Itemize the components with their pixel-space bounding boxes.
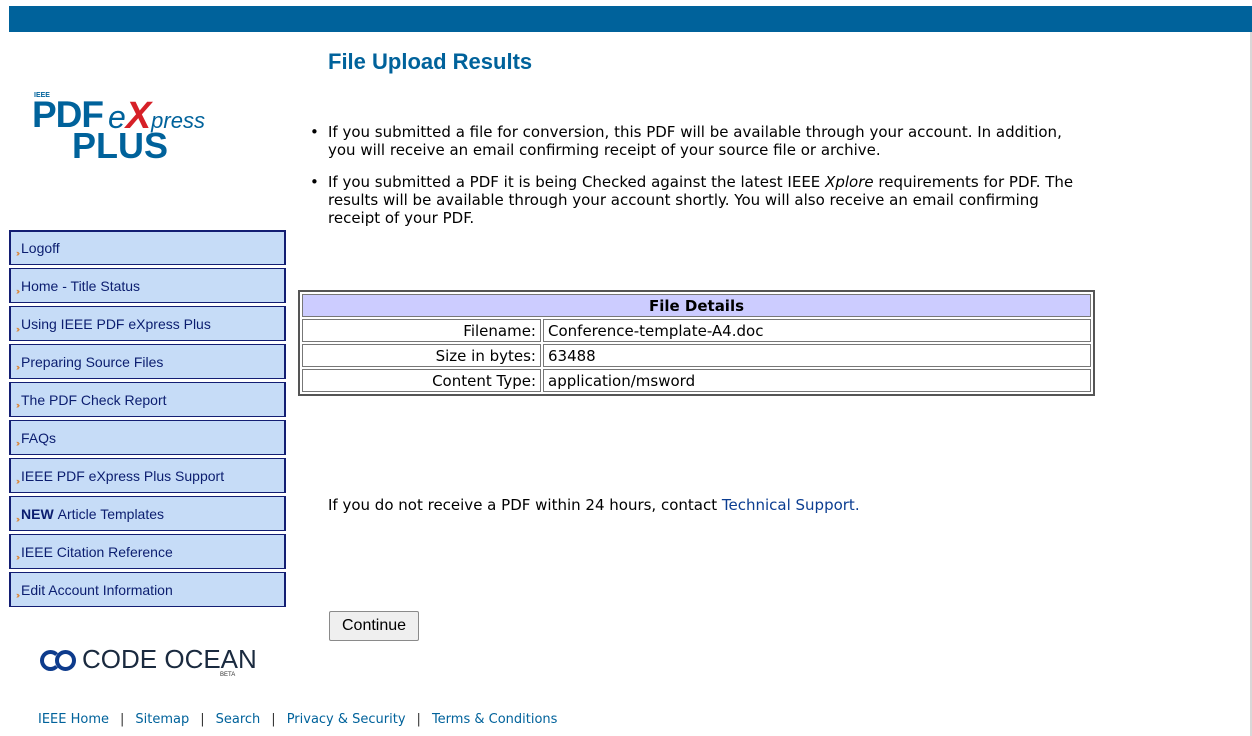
- sidebar-nav: ›› Logoff ›› Home - Title Status ›› Using I…: [9, 230, 286, 610]
- bullet-text: If you submitted a file for conversion, …: [328, 123, 1062, 159]
- footer-separator: |: [200, 712, 205, 727]
- row-label: Filename:: [302, 319, 541, 342]
- bullet-icon: •: [310, 123, 319, 141]
- footer-separator: |: [271, 712, 276, 727]
- footer-link-terms[interactable]: Terms & Conditions: [432, 712, 558, 727]
- sidebar-item-logoff[interactable]: ›› Logoff: [9, 230, 286, 265]
- table-header-row: File Details: [302, 294, 1091, 317]
- sidebar-item-label: IEEE PDF eXpress Plus Support: [21, 467, 225, 484]
- row-label: Content Type:: [302, 369, 541, 392]
- sidebar-item-using-pdf-express[interactable]: ›› Using IEEE PDF eXpress Plus: [9, 306, 286, 341]
- nav-arrow-icon: ››: [16, 399, 20, 410]
- sidebar-item-label: Using IEEE PDF eXpress Plus: [21, 315, 211, 332]
- bullet-icon: •: [310, 173, 319, 191]
- sidebar-item-label: The PDF Check Report: [21, 391, 167, 408]
- notice-text: If you do not receive a PDF within 24 ho…: [328, 496, 722, 514]
- row-value: 63488: [543, 344, 1091, 367]
- code-ocean-text: CODE OCEAN: [82, 644, 257, 674]
- code-ocean-logo[interactable]: CODE OCEAN BETA: [40, 644, 257, 678]
- sidebar-item-article-templates[interactable]: ›› NEW Article Templates: [9, 496, 286, 531]
- nav-arrow-icon: ››: [16, 361, 20, 372]
- nav-arrow-icon: ››: [16, 589, 20, 600]
- table-row: Content Type: application/msword: [302, 369, 1091, 392]
- table-header: File Details: [302, 294, 1091, 317]
- nav-arrow-icon: ››: [16, 285, 20, 296]
- row-value: application/msword: [543, 369, 1091, 392]
- footer-separator: |: [416, 712, 421, 727]
- list-item: • If you submitted a PDF it is being Chec…: [310, 173, 1090, 227]
- info-bullets: • If you submitted a file for conversion,…: [310, 123, 1090, 241]
- support-notice: If you do not receive a PDF within 24 ho…: [328, 496, 860, 514]
- code-ocean-beta: BETA: [220, 672, 236, 678]
- sidebar-item-label: Logoff: [21, 240, 60, 256]
- bullet-italic-text: Xplore: [825, 173, 874, 191]
- footer-links: IEEE Home | Sitemap | Search | Privacy & Secur…: [38, 712, 557, 727]
- nav-arrow-icon: ››: [16, 513, 20, 524]
- continue-button[interactable]: Continue: [329, 611, 420, 641]
- footer-link-ieee-home[interactable]: IEEE Home: [38, 712, 109, 727]
- sidebar-item-label: Edit Account Information: [21, 581, 173, 598]
- nav-arrow-icon: ››: [16, 437, 20, 448]
- code-ocean-icon: [40, 649, 76, 671]
- footer-link-privacy[interactable]: Privacy & Security: [287, 712, 406, 727]
- window-left-edge: [0, 6, 9, 736]
- sidebar-item-edit-account[interactable]: ›› Edit Account Information: [9, 572, 286, 607]
- header-bar: [9, 6, 1252, 32]
- nav-arrow-icon: ››: [16, 248, 20, 258]
- table-row: Size in bytes: 63488: [302, 344, 1091, 367]
- sidebar-item-support[interactable]: ›› IEEE PDF eXpress Plus Support: [9, 458, 286, 493]
- footer-link-search[interactable]: Search: [216, 712, 261, 727]
- table-row: Filename: Conference-template-A4.doc: [302, 319, 1091, 342]
- technical-support-link[interactable]: Technical Support.: [722, 496, 860, 514]
- sidebar-item-label: FAQs: [21, 429, 57, 446]
- new-badge: NEW: [21, 505, 54, 522]
- row-label: Size in bytes:: [302, 344, 541, 367]
- row-value: Conference-template-A4.doc: [543, 319, 1091, 342]
- footer-link-sitemap[interactable]: Sitemap: [135, 712, 189, 727]
- sidebar-item-label: Preparing Source Files: [21, 353, 164, 370]
- footer-separator: |: [120, 712, 125, 727]
- nav-arrow-icon: ››: [16, 551, 20, 562]
- nav-arrow-icon: ››: [16, 475, 20, 486]
- list-item: • If you submitted a file for conversion,…: [310, 123, 1090, 159]
- sidebar-item-label: Home - Title Status: [21, 277, 141, 294]
- sidebar-item-label: IEEE Citation Reference: [21, 543, 173, 560]
- nav-arrow-icon: ››: [16, 323, 20, 334]
- pdf-express-plus-logo: IEEE PDF eXpress PLUS: [30, 92, 230, 172]
- bullet-text: If you submitted a PDF it is being Check…: [328, 173, 826, 191]
- sidebar-item-pdf-check-report[interactable]: ›› The PDF Check Report: [9, 382, 286, 417]
- sidebar-item-faqs[interactable]: ›› FAQs: [9, 420, 286, 455]
- sidebar-item-preparing-source-files[interactable]: ›› Preparing Source Files: [9, 344, 286, 379]
- sidebar-item-label: Article Templates: [57, 505, 165, 522]
- sidebar-item-citation-reference[interactable]: ›› IEEE Citation Reference: [9, 534, 286, 569]
- logo-plus-text: PLUS: [72, 125, 169, 166]
- file-details-table: File Details Filename: Conference-templat…: [298, 290, 1095, 396]
- page-title: File Upload Results: [328, 49, 533, 74]
- sidebar-item-home-title-status[interactable]: ›› Home - Title Status: [9, 268, 286, 303]
